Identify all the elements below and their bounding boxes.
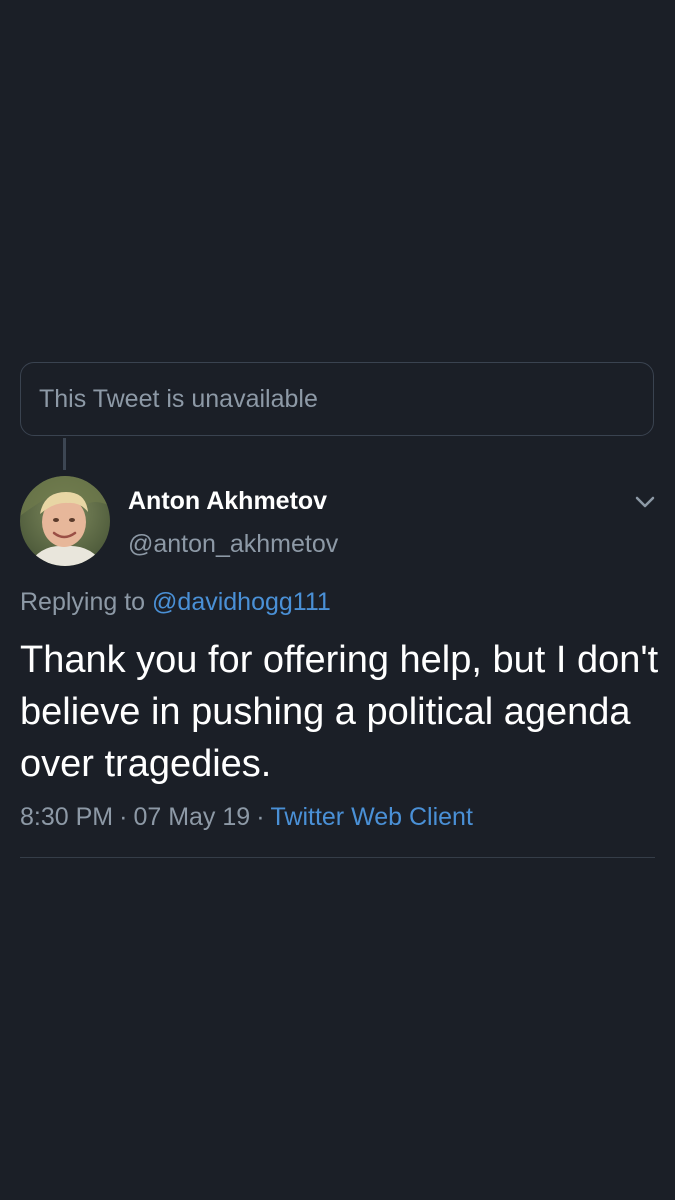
meta-separator: · — [256, 803, 265, 831]
tweet-text: Thank you for offering help, but I don't… — [20, 639, 659, 785]
thread-connector-line — [63, 438, 66, 470]
tweet-date: 07 May 19 — [133, 803, 251, 831]
tweet-metadata: 8:30 PM · 07 May 19 · Twitter Web Client — [20, 803, 473, 832]
avatar[interactable] — [20, 476, 110, 566]
user-avatar-photo — [20, 476, 110, 566]
tweet-time: 8:30 PM — [20, 803, 114, 831]
unavailable-tweet-card[interactable]: This Tweet is unavailable — [20, 362, 654, 436]
unavailable-tweet-text: This Tweet is unavailable — [39, 384, 318, 413]
replying-to-label: Replying to — [20, 588, 146, 616]
chevron-down-icon[interactable] — [632, 490, 658, 514]
replying-to-line: Replying to @davidhogg111 — [20, 588, 331, 617]
reply-mention-link[interactable]: @davidhogg111 — [152, 588, 331, 616]
author-handle[interactable]: @anton_akhmetov — [128, 530, 338, 559]
author-display-name[interactable]: Anton Akhmetov — [128, 487, 327, 516]
divider — [20, 857, 655, 858]
tweet-client-link[interactable]: Twitter Web Client — [271, 803, 473, 831]
meta-separator: · — [119, 803, 128, 831]
